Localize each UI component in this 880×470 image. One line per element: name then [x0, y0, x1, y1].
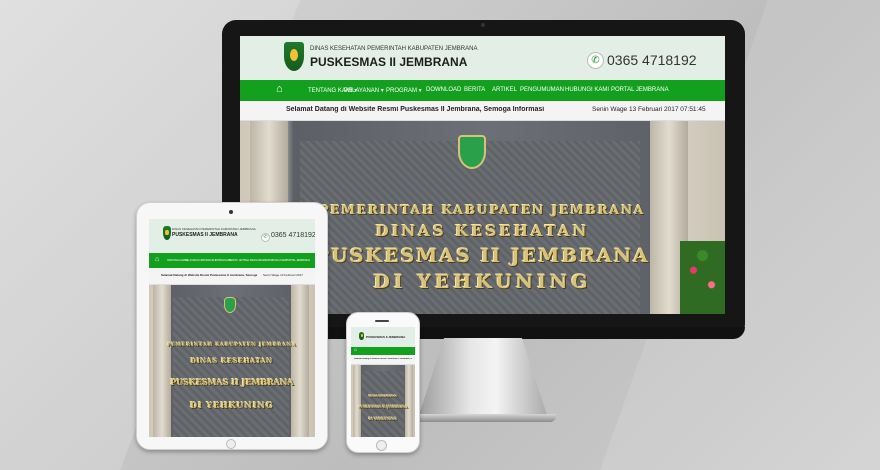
- nav-berita[interactable]: BERITA: [229, 259, 238, 262]
- monitor-stand-base: [410, 414, 556, 422]
- nav-pengumuman[interactable]: PENGUMUMAN: [520, 87, 564, 93]
- sign-line-4: DI YEHKUNING: [190, 400, 274, 410]
- date-time: Senin Wage 13 Februari 2017 07:51:45: [592, 106, 706, 113]
- gate-pillar: [353, 365, 361, 437]
- nav-pelayanan[interactable]: PELAYANAN ▾: [185, 259, 202, 262]
- phone-number: 0365 4718192: [607, 52, 697, 68]
- marquee-bar: Selamat Datang di Website Resmi Puskesma…: [240, 101, 725, 121]
- marquee-text: Selamat Datang di Website Resmi Puskesma…: [286, 106, 546, 113]
- nav-artikel[interactable]: ARTIKEL: [492, 87, 517, 93]
- nav-hubungi-kami[interactable]: HUBUNGI KAMI: [565, 87, 609, 93]
- home-icon[interactable]: ⌂: [354, 347, 357, 353]
- monitor-camera: [481, 23, 485, 27]
- main-nav: ⌂ TENTANG KAMI ▾ PELAYANAN ▾ PROGRAM ▾ D…: [149, 253, 315, 268]
- flower-bush: [680, 241, 725, 314]
- marquee-bar: Selamat Datang di Website Resmi Puskesma…: [149, 268, 315, 285]
- sign-line-2: DINAS KESEHATAN: [190, 358, 274, 365]
- home-icon[interactable]: ⌂: [155, 256, 159, 263]
- date-time: Senin Wage 13 Februari 2017: [263, 273, 303, 277]
- agency-name: DINAS KESEHATAN PEMERINTAH KABUPATEN JEM…: [310, 46, 478, 52]
- site-logo[interactable]: [284, 42, 304, 71]
- site-logo[interactable]: [163, 226, 171, 240]
- phone-speaker: [375, 320, 389, 322]
- stone-wall: [173, 297, 289, 437]
- nav-hubungi-kami[interactable]: HUBUNGI KAMI: [268, 259, 286, 262]
- nav-pelayanan[interactable]: PELAYANAN ▾: [344, 87, 384, 94]
- sign-line-3: PUSKESMAS II JEMBRANA: [358, 405, 408, 409]
- site-logo[interactable]: [359, 332, 364, 340]
- tablet-screen: DINAS KESEHATAN PEMERINTAH KABUPATEN JEM…: [149, 219, 315, 437]
- nav-portal-jembrana[interactable]: PORTAL JEMBRANA: [611, 87, 669, 93]
- phone-icon: ✆: [261, 233, 270, 242]
- nav-pengumuman[interactable]: PENGUMUMAN: [250, 259, 268, 262]
- nav-portal-jembrana[interactable]: PORTAL JEMBRANA: [286, 259, 310, 262]
- sign-emblem: [458, 135, 486, 169]
- marquee-text: Selamat Datang di Website Resmi Puskesma…: [354, 358, 412, 360]
- site-header: DINAS KESEHATAN PEMERINTAH KABUPATEN JEM…: [240, 36, 725, 80]
- sign-line-2: DINAS KESEHATAN: [368, 395, 398, 398]
- tablet-device: DINAS KESEHATAN PEMERINTAH KABUPATEN JEM…: [136, 202, 328, 450]
- main-nav: ⌂ TENTANG KAMI ▾ PELAYANAN ▾ PROGRAM ▾ D…: [240, 80, 725, 101]
- marquee-text: Selamat Datang di Website Resmi Puskesma…: [161, 273, 257, 277]
- hero-photo: PEMERINTAH KABUPATEN JEMBRANA DINAS KESE…: [149, 285, 315, 437]
- site-header: DINAS KESEHATAN PEMERINTAH KABUPATEN JEM…: [149, 219, 315, 253]
- hero-photo: DINAS KESEHATAN PUSKESMAS II JEMBRANA DI…: [351, 365, 415, 437]
- stone-wall: [362, 371, 404, 437]
- site-name[interactable]: PUSKESMAS II JEMBRANA: [366, 335, 405, 339]
- nav-download[interactable]: DOWNLOAD: [426, 87, 461, 93]
- gate-pillar: [405, 365, 413, 437]
- sign-emblem: [224, 297, 236, 313]
- phone-icon: ✆: [587, 52, 604, 69]
- nav-program[interactable]: PROGRAM ▾: [386, 87, 422, 94]
- sign-line-1: PEMERINTAH KABUPATEN JEMBRANA: [167, 343, 297, 348]
- tablet-camera: [229, 210, 233, 214]
- marquee-bar: Selamat Datang di Website Resmi Puskesma…: [351, 355, 415, 365]
- tablet-home-button[interactable]: [226, 439, 236, 449]
- nav-berita[interactable]: BERITA: [464, 87, 485, 93]
- agency-name: DINAS KESEHATAN PEMERINTAH KABUPATEN JEM…: [172, 227, 256, 231]
- phone-home-button[interactable]: [376, 440, 387, 451]
- site-header: PUSKESMAS II JEMBRANA: [351, 327, 415, 347]
- nav-artikel[interactable]: ARTIKEL: [239, 259, 249, 262]
- sign-line-4: DI YEHKUNING: [368, 417, 398, 421]
- sign-line-3: PUSKESMAS II JEMBRANA: [170, 377, 294, 387]
- monitor-stand: [418, 338, 548, 418]
- nav-program[interactable]: PROGRAM ▾: [201, 259, 216, 262]
- main-nav: ⌂: [351, 347, 415, 355]
- phone-device: PUSKESMAS II JEMBRANA ⌂ Selamat Datang d…: [346, 312, 420, 453]
- home-icon[interactable]: ⌂: [276, 83, 283, 95]
- site-name[interactable]: PUSKESMAS II JEMBRANA: [310, 55, 467, 69]
- phone-screen: PUSKESMAS II JEMBRANA ⌂ Selamat Datang d…: [351, 327, 415, 437]
- site-name[interactable]: PUSKESMAS II JEMBRANA: [172, 232, 238, 238]
- nav-download[interactable]: DOWNLOAD: [215, 259, 230, 262]
- phone-number: 0365 4718192: [271, 232, 315, 239]
